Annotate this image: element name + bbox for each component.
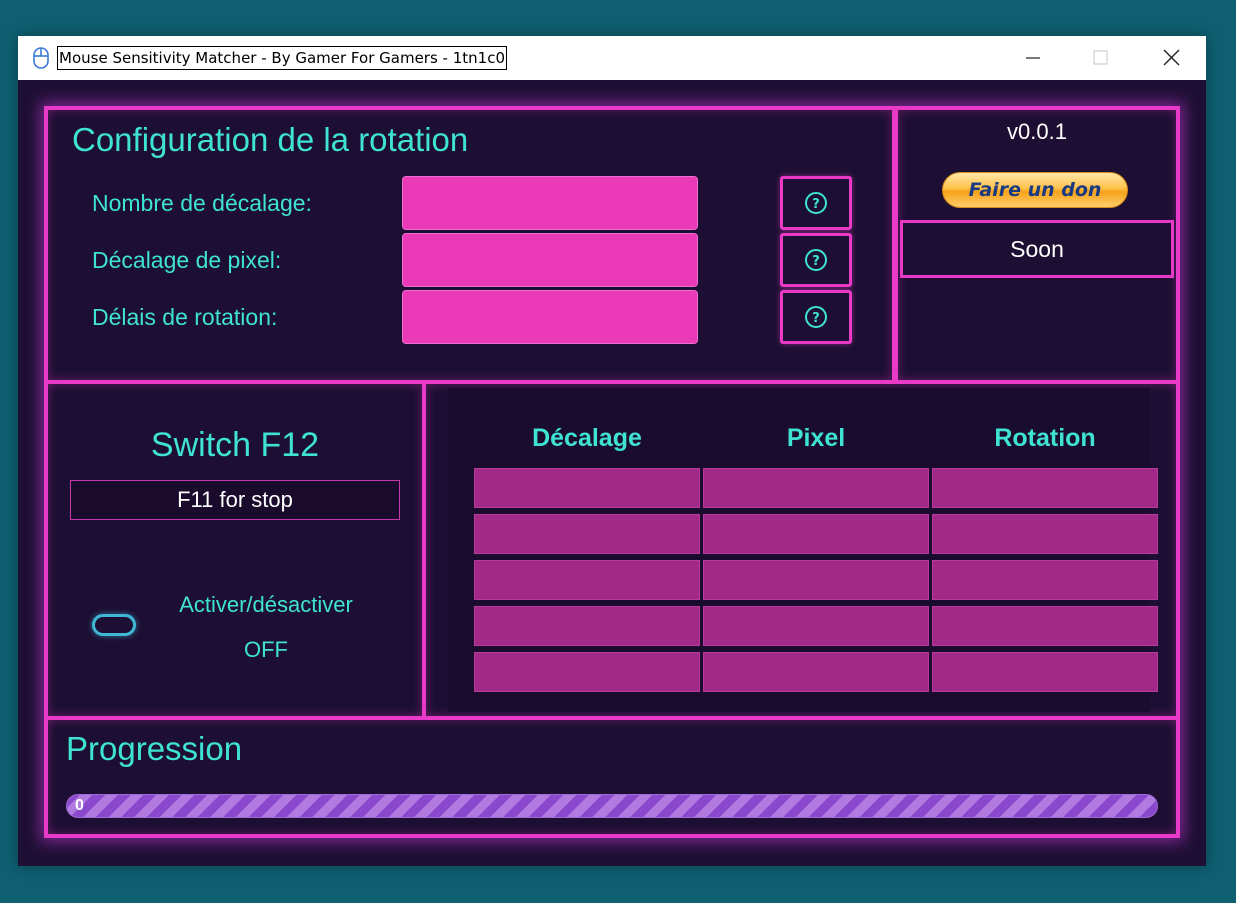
pixel-offset-help-button[interactable]: ? bbox=[780, 233, 852, 287]
table-cell[interactable] bbox=[932, 606, 1158, 646]
app-window: Mouse Sensitivity Matcher - By Gamer For… bbox=[18, 36, 1206, 866]
progress-value: 0 bbox=[75, 797, 84, 814]
soon-button[interactable]: Soon bbox=[900, 220, 1174, 278]
toggle-label: Activer/désactiver bbox=[179, 592, 353, 617]
main-frame: Configuration de la rotation Nombre de d… bbox=[44, 106, 1180, 838]
offset-count-input[interactable] bbox=[402, 176, 698, 230]
svg-text:?: ? bbox=[812, 311, 820, 326]
table-cell[interactable] bbox=[703, 514, 929, 554]
toggle-state: OFF bbox=[244, 637, 288, 662]
table-cell[interactable] bbox=[703, 560, 929, 600]
table-cell[interactable] bbox=[703, 606, 929, 646]
pixel-offset-label: Décalage de pixel: bbox=[92, 247, 282, 273]
progress-bar: 0 bbox=[66, 794, 1158, 818]
table-cell[interactable] bbox=[474, 560, 700, 600]
mouse-icon bbox=[32, 46, 50, 70]
offset-count-label: Nombre de décalage: bbox=[92, 190, 312, 216]
column-header-rotation: Rotation bbox=[994, 424, 1096, 452]
maximize-icon[interactable] bbox=[1072, 36, 1128, 80]
column-header-pixel: Pixel bbox=[786, 424, 846, 452]
rotation-config-panel: Configuration de la rotation Nombre de d… bbox=[44, 106, 896, 384]
switch-title: Switch F12 bbox=[150, 426, 320, 464]
table-cell[interactable] bbox=[703, 468, 929, 508]
donate-button[interactable]: Faire un don bbox=[942, 172, 1128, 208]
minimize-icon[interactable] bbox=[1004, 36, 1060, 80]
offset-count-help-button[interactable]: ? bbox=[780, 176, 852, 230]
svg-text:?: ? bbox=[812, 197, 820, 212]
switch-panel: Switch F12 F11 for stop Activer/désactiv… bbox=[44, 380, 426, 720]
config-title: Configuration de la rotation bbox=[72, 121, 469, 158]
table-cell[interactable] bbox=[703, 652, 929, 692]
table-cell[interactable] bbox=[932, 514, 1158, 554]
rotation-delay-help-button[interactable]: ? bbox=[780, 290, 852, 344]
table-cell[interactable] bbox=[932, 560, 1158, 600]
progress-title: Progression bbox=[66, 730, 243, 767]
results-table-panel: Décalage Pixel Rotation bbox=[422, 380, 1180, 720]
svg-text:?: ? bbox=[812, 254, 820, 269]
window-title: Mouse Sensitivity Matcher - By Gamer For… bbox=[57, 46, 507, 70]
table-cell[interactable] bbox=[474, 606, 700, 646]
close-icon[interactable] bbox=[1144, 36, 1200, 80]
activate-toggle[interactable] bbox=[92, 614, 136, 636]
table-cell[interactable] bbox=[932, 468, 1158, 508]
stop-hint: F11 for stop bbox=[70, 480, 400, 520]
table-cell[interactable] bbox=[474, 514, 700, 554]
table-cell[interactable] bbox=[932, 652, 1158, 692]
question-circle-icon: ? bbox=[805, 249, 827, 271]
question-circle-icon: ? bbox=[805, 306, 827, 328]
column-header-decalage: Décalage bbox=[532, 424, 642, 452]
pixel-offset-input[interactable] bbox=[402, 233, 698, 287]
rotation-delay-input[interactable] bbox=[402, 290, 698, 344]
progress-panel: Progression 0 bbox=[44, 716, 1180, 838]
table-cell[interactable] bbox=[474, 468, 700, 508]
title-bar[interactable]: Mouse Sensitivity Matcher - By Gamer For… bbox=[18, 36, 1206, 80]
version-label: v0.0.1 bbox=[1007, 119, 1067, 144]
table-cell[interactable] bbox=[474, 652, 700, 692]
question-circle-icon: ? bbox=[805, 192, 827, 214]
results-table: Décalage Pixel Rotation bbox=[448, 388, 1158, 712]
info-panel: v0.0.1 Faire un don Soon bbox=[894, 106, 1180, 384]
rotation-delay-label: Délais de rotation: bbox=[92, 304, 278, 330]
